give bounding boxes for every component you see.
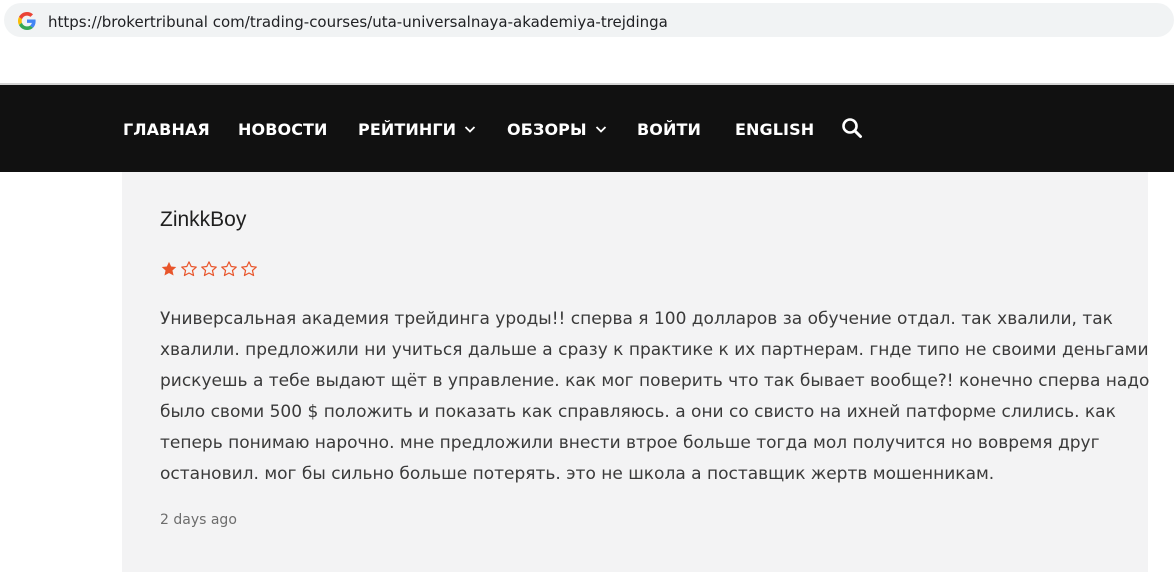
review-author: ZinkkBoy bbox=[160, 208, 247, 231]
chevron-down-icon bbox=[465, 126, 476, 133]
review-body: Универсальная академия трейдинга уроды!!… bbox=[160, 304, 1150, 490]
star-outline-icon bbox=[241, 261, 257, 277]
nav-item-label: РЕЙТИНГИ bbox=[358, 119, 457, 139]
main-navbar: ГЛАВНАЯ НОВОСТИ РЕЙТИНГИ ОБЗОРЫ ВОЙТИ EN… bbox=[0, 85, 1174, 172]
url-text[interactable]: https://brokertribunal com/trading-cours… bbox=[48, 13, 668, 31]
star-outline-icon bbox=[201, 261, 217, 277]
nav-item-login[interactable]: ВОЙТИ bbox=[637, 118, 701, 140]
chevron-down-icon bbox=[595, 126, 606, 133]
review-line: хвалили. предложили ни учиться дальше а … bbox=[160, 340, 1149, 360]
review-card: ZinkkBoy Универсальная академия трейдинг… bbox=[122, 172, 1150, 572]
review-line: было своми 500 $ положить и показать как… bbox=[160, 402, 1116, 422]
nav-item-home[interactable]: ГЛАВНАЯ bbox=[123, 118, 210, 140]
nav-item-label: ВОЙТИ bbox=[637, 119, 701, 139]
review-line: Универсальная академия трейдинга уроды!!… bbox=[160, 309, 1113, 329]
review-line: рискуешь а тебе выдают щёт в управление.… bbox=[160, 371, 1150, 391]
nav-item-reviews[interactable]: ОБЗОРЫ bbox=[507, 118, 607, 140]
url-field[interactable]: https://brokertribunal com/trading-cours… bbox=[4, 3, 1174, 37]
star-rating bbox=[160, 260, 258, 278]
search-icon[interactable] bbox=[841, 117, 863, 139]
star-filled-icon bbox=[161, 261, 177, 276]
star-outline-icon bbox=[221, 261, 237, 277]
browser-address-bar: https://brokertribunal com/trading-cours… bbox=[0, 0, 1174, 40]
star-outline-icon bbox=[181, 261, 197, 277]
nav-item-label: ГЛАВНАЯ bbox=[123, 119, 210, 139]
nav-item-label: ENGLISH bbox=[735, 119, 815, 139]
nav-item-ratings[interactable]: РЕЙТИНГИ bbox=[358, 118, 476, 140]
google-g-icon bbox=[18, 12, 36, 30]
review-line: теперь понимаю нарочно. мне предложили в… bbox=[160, 433, 1100, 453]
review-timestamp: 2 days ago bbox=[160, 512, 237, 528]
nav-item-label: ОБЗОРЫ bbox=[507, 119, 587, 139]
nav-item-english[interactable]: ENGLISH bbox=[735, 118, 814, 140]
nav-item-label: НОВОСТИ bbox=[238, 119, 328, 139]
review-line: остановил. мог бы сильно больше потерять… bbox=[160, 464, 995, 484]
nav-item-news[interactable]: НОВОСТИ bbox=[238, 118, 328, 140]
